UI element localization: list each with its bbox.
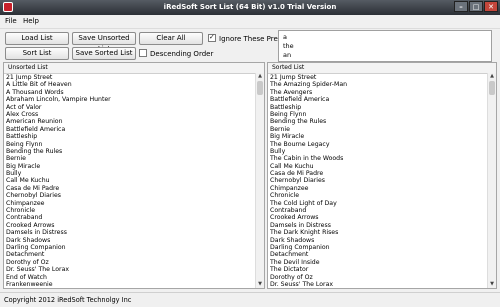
sorted-list-header: Sorted List	[268, 63, 496, 74]
descending-order-checkbox[interactable]	[139, 49, 147, 57]
list-item[interactable]: The Bourne Legacy	[270, 141, 496, 148]
app-window: iRedSoft Sort List (64 Bit) v1.0 Trial V…	[0, 0, 500, 307]
list-item[interactable]: Casa de Mi Padre	[6, 185, 264, 192]
list-item[interactable]: Casa de Mi Padre	[270, 170, 496, 177]
prefix-line: an	[283, 51, 292, 59]
list-item[interactable]: Chernobyl Diaries	[270, 177, 496, 184]
list-item[interactable]: A Thousand Words	[6, 89, 264, 96]
title-bar[interactable]: iRedSoft Sort List (64 Bit) v1.0 Trial V…	[0, 0, 500, 15]
minimize-button[interactable]: –	[454, 1, 468, 12]
list-item[interactable]: Chimpanzee	[6, 200, 264, 207]
unsorted-scrollbar[interactable]: ▲ ▼	[255, 73, 264, 288]
list-item[interactable]: Battlefield America	[270, 96, 496, 103]
list-item[interactable]: Being Flynn	[6, 141, 264, 148]
sorted-list-panel[interactable]: Sorted List 21 Jump Street The Amazing Sp…	[267, 62, 497, 289]
list-item[interactable]: Battlefield America	[6, 126, 264, 133]
list-item[interactable]: Damsels in Distress	[6, 229, 264, 236]
list-item[interactable]: Call Me Kuchu	[6, 177, 264, 184]
list-item[interactable]: Bully	[6, 170, 264, 177]
list-item[interactable]: Abraham Lincoln, Vampire Hunter	[6, 96, 264, 103]
clear-all-button[interactable]: Clear All	[139, 32, 203, 45]
list-item[interactable]: Darling Companion	[270, 244, 496, 251]
ignore-prefix-checkbox[interactable]	[208, 33, 216, 42]
list-item[interactable]: Chimpanzee	[270, 185, 496, 192]
list-item[interactable]: The Avengers	[270, 89, 496, 96]
list-item[interactable]: Being Flynn	[270, 111, 496, 118]
list-item[interactable]: Chernobyl Diaries	[6, 192, 264, 199]
list-item[interactable]: The Dictator	[270, 266, 496, 273]
window-title: iRedSoft Sort List (64 Bit) v1.0 Trial V…	[163, 3, 337, 11]
scroll-up-icon[interactable]: ▲	[488, 73, 496, 80]
list-item[interactable]: Crooked Arrows	[270, 214, 496, 221]
scroll-up-icon[interactable]: ▲	[256, 73, 264, 80]
scroll-thumb[interactable]	[257, 81, 263, 95]
window-controls: – □ ✕	[454, 1, 498, 12]
list-item[interactable]: Detachment	[6, 251, 264, 258]
list-item[interactable]: Big Miracle	[270, 133, 496, 140]
list-item[interactable]: The Cold Light of Day	[270, 200, 496, 207]
list-item[interactable]: Bending the Rules	[270, 118, 496, 125]
copyright-text: Copyright 2012 iRedSoft Technolgy Inc	[4, 296, 132, 304]
list-item[interactable]: Bully	[270, 148, 496, 155]
list-item[interactable]: Bernie	[270, 126, 496, 133]
save-unsorted-list-button[interactable]: Save Unsorted List	[72, 32, 136, 53]
list-item[interactable]: Bending the Rules	[6, 148, 264, 155]
list-item[interactable]: Dr. Seuss' The Lorax	[6, 266, 264, 273]
unsorted-list-panel[interactable]: Unsorted List 21 Jump Street A Little Bit…	[3, 62, 265, 289]
prefix-line: a	[283, 33, 287, 41]
list-item[interactable]: American Reunion	[6, 118, 264, 125]
list-item[interactable]: Big Miracle	[6, 163, 264, 170]
list-item[interactable]: Dark Shadows	[270, 237, 496, 244]
list-item[interactable]: Alex Cross	[6, 111, 264, 118]
list-item[interactable]: Act of Valor	[6, 104, 264, 111]
unsorted-list[interactable]: 21 Jump Street A Little Bit of Heaven A Th…	[6, 74, 264, 288]
maximize-button[interactable]: □	[469, 1, 483, 12]
list-item[interactable]: Chronicle	[270, 192, 496, 199]
list-item[interactable]: A Little Bit of Heaven	[6, 81, 264, 88]
list-item[interactable]: Frankenweenie	[6, 281, 264, 288]
unsorted-list-header: Unsorted List	[4, 63, 264, 74]
scroll-thumb[interactable]	[489, 81, 495, 95]
list-item[interactable]: Bernie	[6, 155, 264, 162]
prefix-textarea[interactable]: a the an	[278, 30, 492, 62]
list-item[interactable]: Dark Shadows	[6, 237, 264, 244]
status-bar: Copyright 2012 iRedSoft Technolgy Inc	[0, 292, 500, 307]
scroll-down-icon[interactable]: ▼	[488, 281, 496, 288]
list-item[interactable]: Call Me Kuchu	[270, 163, 496, 170]
list-item[interactable]: The Cabin in the Woods	[270, 155, 496, 162]
list-item[interactable]: Crooked Arrows	[6, 222, 264, 229]
ignore-prefix-label: Ignore These Prefix	[219, 35, 287, 43]
close-button[interactable]: ✕	[484, 1, 498, 12]
list-item[interactable]: Damsels in Distress	[270, 222, 496, 229]
sort-list-button[interactable]: Sort List	[5, 47, 69, 60]
list-item[interactable]: Dr. Seuss' The Lorax	[270, 281, 496, 288]
list-item[interactable]: End of Watch	[6, 274, 264, 281]
list-item[interactable]: Dorothy of Oz	[270, 274, 496, 281]
list-item[interactable]: Darling Companion	[6, 244, 264, 251]
list-item[interactable]: Contraband	[6, 214, 264, 221]
list-item[interactable]: The Devil Inside	[270, 259, 496, 266]
menu-file[interactable]: File	[5, 17, 17, 25]
menu-bar: File Help	[0, 15, 500, 29]
load-list-button[interactable]: Load List	[5, 32, 69, 45]
descending-order-label: Descending Order	[150, 50, 214, 58]
list-item[interactable]: Dorothy of Oz	[6, 259, 264, 266]
list-item[interactable]: Battleship	[6, 133, 264, 140]
list-item[interactable]: The Amazing Spider-Man	[270, 81, 496, 88]
list-item[interactable]: Detachment	[270, 251, 496, 258]
menu-help[interactable]: Help	[23, 17, 39, 25]
sorted-scrollbar[interactable]: ▲ ▼	[487, 73, 496, 288]
scroll-down-icon[interactable]: ▼	[256, 281, 264, 288]
list-item[interactable]: 21 Jump Street	[270, 74, 496, 81]
list-item[interactable]: Contraband	[270, 207, 496, 214]
list-item[interactable]: 21 Jump Street	[6, 74, 264, 81]
sorted-list[interactable]: 21 Jump Street The Amazing Spider-Man The …	[270, 74, 496, 288]
list-item[interactable]: Chronicle	[6, 207, 264, 214]
save-sorted-list-button[interactable]: Save Sorted List	[72, 47, 136, 60]
list-item[interactable]: The Dark Knight Rises	[270, 229, 496, 236]
prefix-line: the	[283, 42, 294, 50]
list-item[interactable]: Battleship	[270, 104, 496, 111]
